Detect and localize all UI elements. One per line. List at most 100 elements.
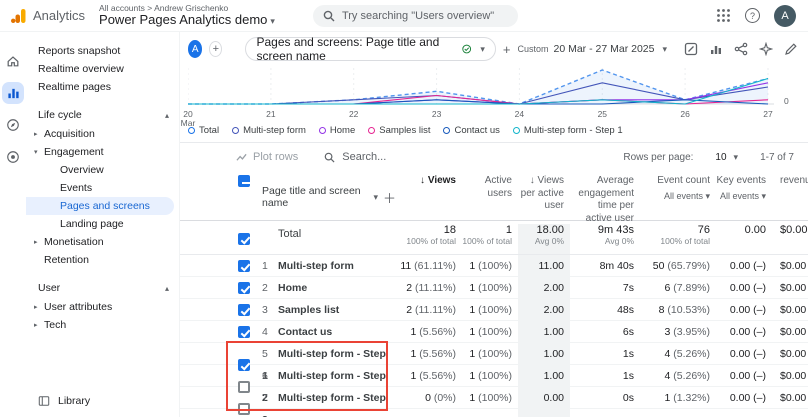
row-checkbox[interactable] (238, 282, 250, 294)
row-checkbox[interactable] (238, 403, 250, 415)
row-checkbox[interactable] (238, 381, 250, 393)
chevron-down-icon: ▾ (270, 16, 275, 26)
legend-label: Multi-step form - Step 1 (524, 125, 623, 136)
legend-item[interactable]: Home (319, 125, 355, 136)
nav-section-life-cycle[interactable]: Life cycle ▴ (26, 105, 179, 125)
legend-dot (319, 127, 326, 134)
nav-tech[interactable]: ▸ Tech (26, 316, 179, 334)
x-axis-label: 22 (349, 110, 358, 119)
nav-section-user[interactable]: User ▴ (26, 278, 179, 298)
insights-icon[interactable] (759, 42, 773, 56)
row-name[interactable]: Multi-step form (278, 260, 354, 272)
total-row-checkbox[interactable] (238, 233, 250, 245)
reports-icon[interactable] (2, 82, 24, 104)
y-axis-zero-label: 0 (784, 96, 789, 106)
page-title: Pages and screens: Page title and screen… (256, 35, 456, 63)
row-index: 4 (262, 321, 278, 343)
account-switcher[interactable]: All accounts > Andrew Grischenko Power P… (99, 4, 275, 28)
comparison-edit-icon[interactable] (684, 42, 698, 56)
avg-engagement-column-header[interactable]: Average engagement time per active user (570, 175, 640, 225)
nav-retention[interactable]: Retention (26, 251, 179, 269)
table-header-row: Page title and screen name ▾ ＋ ↓ Views A… (180, 171, 808, 221)
row-checkbox[interactable] (238, 304, 250, 316)
share-icon[interactable] (734, 42, 748, 56)
all-events-filter[interactable]: All events ▾ (640, 191, 710, 202)
icon-rail (0, 32, 26, 417)
row-name[interactable]: Samples list (278, 304, 339, 316)
nav-user-attributes[interactable]: ▸ User attributes (26, 298, 179, 316)
active-users-column-header[interactable]: Active users (462, 175, 518, 200)
explore-icon[interactable] (2, 114, 24, 136)
row-checkbox[interactable] (238, 326, 250, 338)
property-name: Power Pages Analytics demo (99, 12, 267, 27)
nav-library[interactable]: Library (26, 395, 90, 407)
row-name[interactable]: Home (278, 282, 307, 294)
nav-reports-snapshot[interactable]: Reports snapshot (26, 42, 179, 60)
legend-item[interactable]: Multi-step form - Step 1 (513, 125, 623, 136)
revenue-column-header[interactable]: revenue (772, 175, 808, 188)
legend-item[interactable]: Multi-step form (232, 125, 306, 136)
global-search-input[interactable]: Try searching "Users overview" (313, 5, 518, 27)
analytics-logo[interactable]: Analytics (0, 7, 93, 25)
select-all-checkbox[interactable] (238, 175, 250, 187)
all-events-filter[interactable]: All events ▾ (716, 191, 766, 202)
advertising-icon[interactable] (2, 146, 24, 168)
nav-engagement-overview[interactable]: Overview (26, 161, 179, 179)
x-axis-label: 27 (763, 110, 772, 119)
legend-dot (232, 127, 239, 134)
chart-legend: TotalMulti-step formHomeSamples listCont… (180, 120, 808, 140)
views-column-header[interactable]: ↓ Views (396, 175, 462, 188)
apps-grid-icon[interactable] (716, 8, 731, 23)
table-row: 2Home2 (11.11%)1 (100%)2.007s6 (7.89%)0.… (180, 277, 808, 299)
edit-report-icon[interactable] (784, 42, 798, 56)
add-dimension-button[interactable]: ＋ (383, 188, 396, 207)
top-app-bar: Analytics All accounts > Andrew Grischen… (0, 0, 808, 32)
add-comparison-button[interactable]: + (209, 41, 222, 57)
expand-right-icon: ▸ (34, 303, 44, 311)
expand-down-icon: ▾ (34, 148, 44, 156)
plot-rows-button[interactable]: Plot rows (236, 151, 298, 163)
search-icon (323, 10, 335, 22)
row-index: 7 (262, 387, 278, 409)
nav-realtime-pages[interactable]: Realtime pages (26, 78, 179, 96)
chevron-down-icon: ▾ (662, 44, 667, 55)
report-title-selector[interactable]: Pages and screens: Page title and screen… (245, 37, 495, 61)
key-events-column-header[interactable]: Key events All events ▾ (716, 175, 772, 202)
chevron-up-icon: ▴ (165, 284, 169, 293)
legend-dot (368, 127, 375, 134)
library-icon (38, 395, 50, 407)
event-count-column-header[interactable]: Event count All events ▾ (640, 175, 716, 202)
report-navigation: Reports snapshot Realtime overview Realt… (26, 32, 180, 417)
row-name[interactable]: Multi-step form - Step 3 (262, 392, 386, 417)
rows-per-page-select[interactable]: 10▾ (715, 152, 738, 163)
home-icon[interactable] (2, 50, 24, 72)
nav-landing-page[interactable]: Landing page (26, 215, 179, 233)
date-range-selector[interactable]: Custom 20 Mar - 27 Mar 2025 ▾ (517, 43, 667, 55)
legend-item[interactable]: Contact us (443, 125, 499, 136)
x-axis-label: 23 (432, 110, 441, 119)
comparison-badge[interactable]: A (188, 40, 202, 58)
rows-per-page-label: Rows per page: (623, 152, 693, 163)
bar-chart-icon[interactable] (709, 42, 723, 56)
row-checkbox[interactable] (238, 359, 250, 371)
report-main: A + Pages and screens: Page title and sc… (180, 32, 808, 417)
row-index: 3 (262, 299, 278, 321)
nav-engagement-events[interactable]: Events (26, 179, 179, 197)
nav-monetisation[interactable]: ▸ Monetisation (26, 233, 179, 251)
table-search-input[interactable]: Search... (324, 151, 474, 163)
nav-pages-and-screens[interactable]: Pages and screens (26, 197, 174, 215)
add-report-tab-button[interactable]: + (503, 42, 511, 57)
row-name[interactable]: Contact us (278, 326, 332, 338)
row-index: 5 (262, 343, 278, 365)
dimension-header[interactable]: Page title and screen name ▾ ＋ (262, 175, 396, 209)
user-avatar[interactable]: A (774, 5, 796, 27)
nav-realtime-overview[interactable]: Realtime overview (26, 60, 179, 78)
legend-item[interactable]: Samples list (368, 125, 430, 136)
views-per-active-user-column-header[interactable]: ↓ Views per active user (518, 175, 570, 213)
nav-acquisition[interactable]: ▸ Acquisition (26, 125, 179, 143)
legend-label: Home (330, 125, 355, 136)
help-icon[interactable]: ? (745, 8, 760, 23)
row-checkbox[interactable] (238, 260, 250, 272)
expand-right-icon: ▸ (34, 238, 44, 246)
nav-engagement[interactable]: ▾ Engagement (26, 143, 179, 161)
